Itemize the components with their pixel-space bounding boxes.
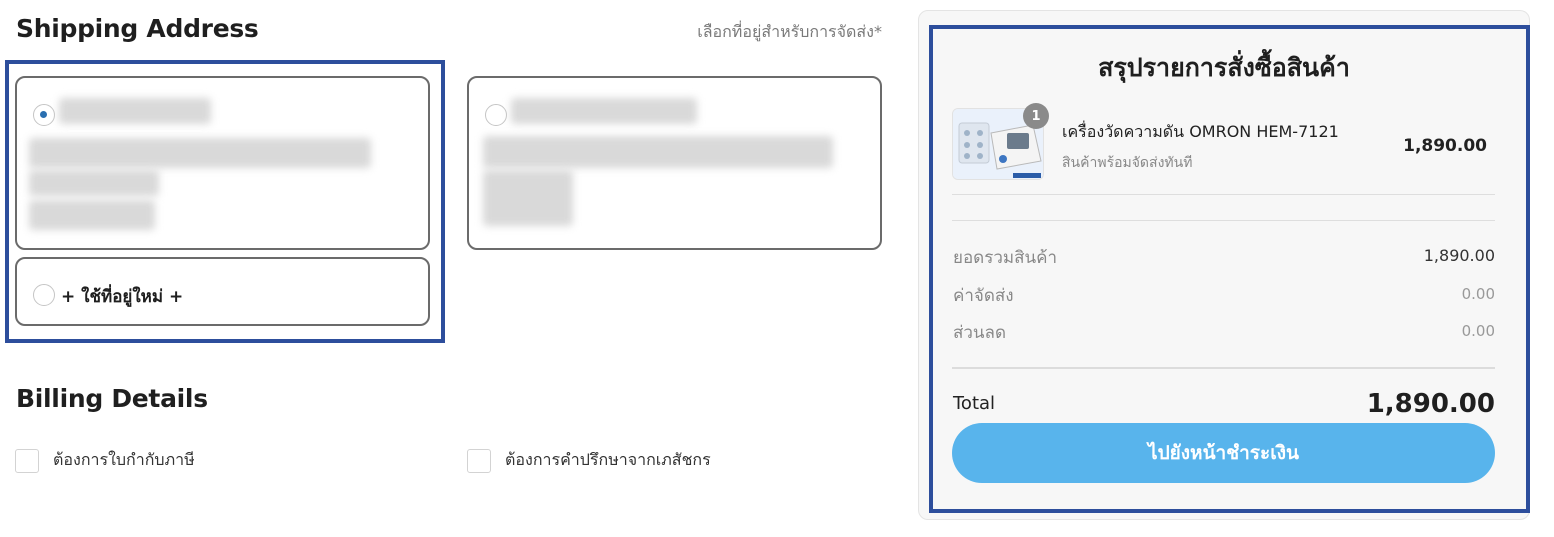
- address-selection-highlight: [5, 60, 445, 343]
- shipping-address-hint: เลือกที่อยู่สำหรับการจัดส่ง*: [697, 22, 882, 41]
- address-2-line-redacted: [483, 136, 833, 168]
- address-2-name-redacted: [511, 98, 697, 124]
- tax-invoice-label: ต้องการใบกำกับภาษี: [53, 450, 195, 469]
- address-2-radio[interactable]: [485, 104, 507, 126]
- tax-invoice-checkbox[interactable]: [15, 448, 39, 473]
- address-2-line-redacted: [483, 170, 573, 226]
- pharmacist-consult-checkbox[interactable]: [467, 448, 491, 473]
- pharmacist-consult-option[interactable]: ต้องการคำปรึกษาจากเภสัชกร: [467, 448, 711, 473]
- shipping-address-title: Shipping Address: [16, 14, 259, 43]
- pharmacist-consult-label: ต้องการคำปรึกษาจากเภสัชกร: [505, 450, 711, 469]
- address-card-2[interactable]: [467, 76, 882, 250]
- order-summary-highlight: [929, 25, 1530, 513]
- tax-invoice-option[interactable]: ต้องการใบกำกับภาษี: [15, 448, 195, 473]
- billing-details-title: Billing Details: [16, 384, 208, 413]
